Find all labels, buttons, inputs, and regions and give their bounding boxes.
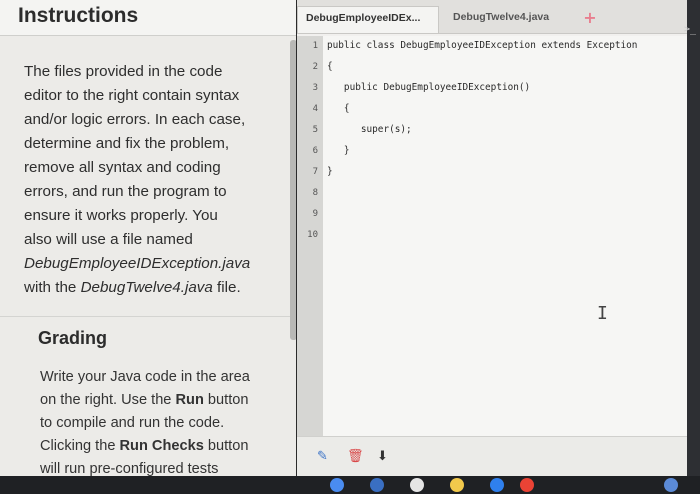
app-icon[interactable] bbox=[370, 478, 384, 492]
instructions-filename: DebugEmployeeIDException.java bbox=[24, 255, 251, 272]
instructions-line: and/or logic errors. In each case, bbox=[24, 111, 246, 128]
chrome-icon[interactable] bbox=[520, 478, 534, 492]
pencil-icon[interactable]: ✎ bbox=[317, 449, 328, 464]
code-line[interactable]: { bbox=[323, 57, 687, 78]
code-line[interactable]: } bbox=[323, 162, 687, 183]
code-line[interactable]: } bbox=[323, 141, 687, 162]
terminal-icon[interactable]: >_ bbox=[684, 24, 696, 35]
download-icon[interactable]: ⬇ bbox=[377, 449, 388, 464]
instructions-line: errors, and run the program to bbox=[24, 183, 227, 200]
instructions-line: also will use a file named bbox=[24, 231, 193, 248]
add-tab-button[interactable]: + bbox=[579, 8, 601, 30]
taskbar bbox=[0, 476, 700, 494]
line-number: 3 bbox=[312, 83, 318, 93]
instructions-line: editor to the right contain syntax bbox=[24, 87, 240, 104]
grading-line: to compile and run the code. bbox=[40, 415, 225, 431]
code-line[interactable]: super(s); bbox=[323, 120, 687, 141]
instructions-line: ensure it works properly. You bbox=[24, 207, 218, 224]
line-number: 6 bbox=[312, 146, 318, 156]
trash-icon[interactable]: 🗑 bbox=[347, 449, 364, 464]
code-line[interactable]: public class DebugEmployeeIDException ex… bbox=[323, 36, 687, 57]
instructions-text: The files provided in the code editor to… bbox=[0, 36, 296, 300]
line-number: 8 bbox=[312, 188, 318, 198]
app-icon[interactable] bbox=[410, 478, 424, 492]
text-cursor-icon: I bbox=[597, 303, 608, 324]
grading-line: Clicking the Run Checks button bbox=[40, 438, 249, 454]
editor-tab-bar: DebugEmployeeIDEx... DebugTwelve4.java + bbox=[297, 0, 687, 34]
code-line[interactable]: public DebugEmployeeIDException() bbox=[323, 78, 687, 99]
code-text-area[interactable]: public class DebugEmployeeIDException ex… bbox=[323, 36, 687, 436]
code-editor: DebugEmployeeIDEx... DebugTwelve4.java +… bbox=[297, 0, 687, 494]
grading-line: on the right. Use the Run button bbox=[40, 392, 249, 408]
instructions-scrollbar[interactable] bbox=[290, 40, 296, 340]
instructions-line: The files provided in the code bbox=[24, 63, 223, 80]
grading-line: Write your Java code in the area bbox=[40, 369, 250, 385]
line-number: 10 bbox=[307, 230, 318, 240]
line-number: 7 bbox=[312, 167, 318, 177]
line-number: 9 bbox=[312, 209, 318, 219]
section-divider bbox=[0, 316, 296, 317]
tab-debug-employee-id-exception[interactable]: DebugEmployeeIDEx... bbox=[297, 6, 439, 33]
grading-title: Grading bbox=[38, 328, 108, 348]
line-number: 5 bbox=[312, 125, 318, 135]
instructions-panel: Instructions The files provided in the c… bbox=[0, 0, 296, 494]
code-line[interactable] bbox=[323, 183, 687, 204]
code-line[interactable]: { bbox=[323, 99, 687, 120]
app-icon[interactable] bbox=[450, 478, 464, 492]
instructions-line: remove all syntax and coding bbox=[24, 159, 221, 176]
side-dark-strip bbox=[687, 0, 700, 494]
line-number: 1 bbox=[312, 41, 318, 51]
line-number: 2 bbox=[312, 62, 318, 72]
editor-action-bar: ✎ 🗑 ⬇ bbox=[297, 436, 687, 476]
code-line[interactable] bbox=[323, 204, 687, 225]
line-number-gutter: 1 2 3 4 5 6 7 8 9 10 bbox=[297, 36, 323, 436]
code-line[interactable] bbox=[323, 225, 687, 246]
app-icon[interactable] bbox=[330, 478, 344, 492]
instructions-title: Instructions bbox=[18, 4, 139, 27]
instructions-line: determine and fix the problem, bbox=[24, 135, 230, 152]
app-icon[interactable] bbox=[490, 478, 504, 492]
help-icon[interactable] bbox=[664, 478, 678, 492]
instructions-with-line: with the DebugTwelve4.java file. bbox=[24, 279, 241, 296]
tab-debug-twelve4[interactable]: DebugTwelve4.java bbox=[445, 6, 565, 33]
instructions-header: Instructions bbox=[0, 0, 296, 36]
line-number: 4 bbox=[312, 104, 318, 114]
grading-text: Write your Java code in the area on the … bbox=[40, 366, 290, 481]
